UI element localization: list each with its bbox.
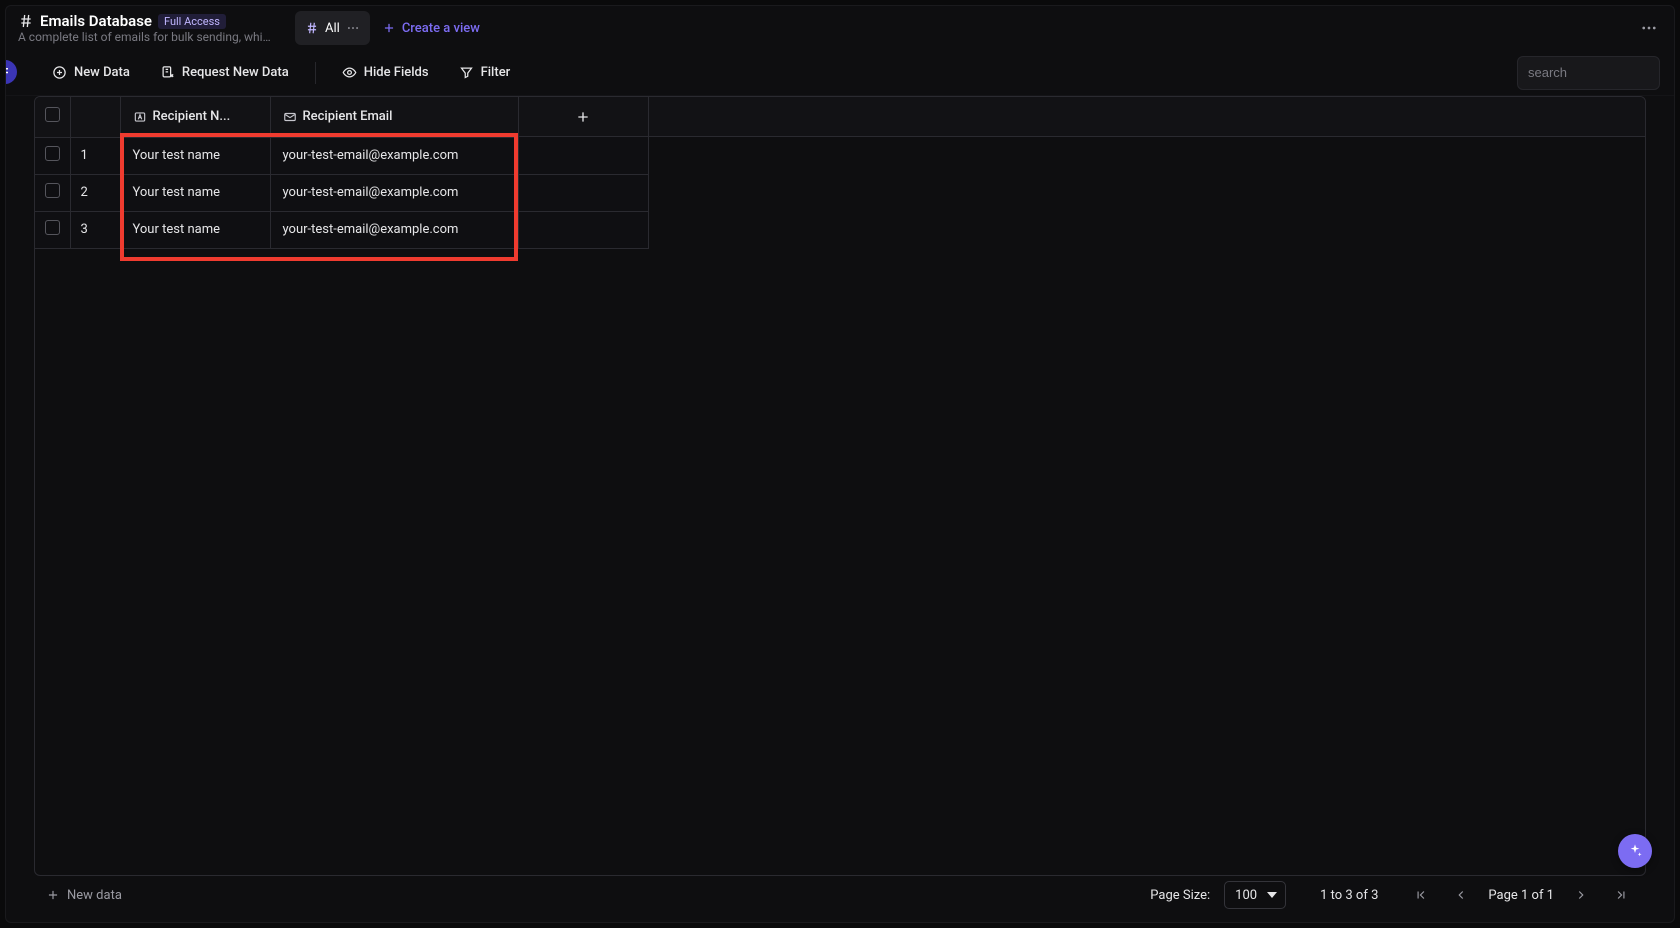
page-size-label: Page Size: xyxy=(1150,888,1210,903)
create-view-button[interactable]: Create a view xyxy=(372,11,490,45)
table-row[interactable]: 1 Your test name your-test-email@example… xyxy=(35,137,649,174)
add-column-button[interactable] xyxy=(519,97,649,137)
filter-icon xyxy=(459,65,474,80)
row-number-header xyxy=(70,97,120,137)
select-all-checkbox[interactable] xyxy=(45,107,60,122)
request-new-data-button[interactable]: Request New Data xyxy=(152,60,297,85)
app-shell: Emails Database Full Access A complete l… xyxy=(5,5,1675,923)
table-header-row: Recipient N... Recipient Email xyxy=(35,97,649,137)
pager-first-button[interactable] xyxy=(1408,882,1434,908)
topbar-more-button[interactable] xyxy=(1634,13,1664,43)
plus-icon xyxy=(575,109,591,125)
sparkle-icon xyxy=(1627,843,1643,859)
search-input[interactable] xyxy=(1517,56,1660,90)
pager-prev-button[interactable] xyxy=(1448,882,1474,908)
page-subtitle: A complete list of emails for bulk sendi… xyxy=(18,30,275,44)
column-header-name-label: Recipient N... xyxy=(153,109,231,124)
hash-icon xyxy=(18,13,34,29)
page-title: Emails Database xyxy=(40,12,152,30)
toolbar: New Data Request New Data Hide Fields Fi… xyxy=(6,50,1674,96)
page-range: 1 to 3 of 3 xyxy=(1320,888,1378,903)
filter-button[interactable]: Filter xyxy=(451,60,519,85)
row-number: 3 xyxy=(70,211,120,248)
row-number: 1 xyxy=(70,137,120,174)
data-region: Recipient N... Recipient Email xyxy=(34,96,1646,876)
plus-icon xyxy=(46,888,60,902)
cell-empty xyxy=(518,174,649,211)
eye-icon xyxy=(342,65,357,80)
assistant-fab[interactable] xyxy=(1618,834,1652,868)
cell-email[interactable]: your-test-email@example.com xyxy=(270,137,518,174)
page-size-value: 100 xyxy=(1235,888,1257,903)
plus-icon xyxy=(382,21,396,35)
more-icon xyxy=(1640,19,1658,37)
cell-email[interactable]: your-test-email@example.com xyxy=(270,211,518,248)
request-new-data-label: Request New Data xyxy=(182,65,289,80)
view-tab-label: All xyxy=(325,21,340,36)
hide-fields-label: Hide Fields xyxy=(364,65,429,80)
new-data-button[interactable]: New Data xyxy=(44,60,138,85)
row-checkbox[interactable] xyxy=(45,220,60,235)
column-header-name[interactable]: Recipient N... xyxy=(120,97,270,137)
select-all-header xyxy=(35,97,70,137)
toolbar-separator xyxy=(315,62,316,84)
footer: New data Page Size: 100 1 to 3 of 3 Page… xyxy=(34,876,1646,914)
access-badge: Full Access xyxy=(158,14,226,29)
chevron-first-icon xyxy=(1414,888,1428,902)
cell-empty xyxy=(518,211,649,248)
hash-icon xyxy=(305,21,319,35)
cell-empty xyxy=(518,137,649,174)
pager-next-button[interactable] xyxy=(1568,882,1594,908)
view-tab-all[interactable]: All xyxy=(295,11,370,45)
sidebar-icon xyxy=(5,65,13,80)
title-block: Emails Database Full Access A complete l… xyxy=(18,12,283,44)
column-header-email-label: Recipient Email xyxy=(303,109,393,124)
cell-email[interactable]: your-test-email@example.com xyxy=(270,174,518,211)
row-checkbox[interactable] xyxy=(45,146,60,161)
hide-fields-button[interactable]: Hide Fields xyxy=(334,60,437,85)
cell-name[interactable]: Your test name xyxy=(120,137,270,174)
footer-new-data-button[interactable]: New data xyxy=(46,888,122,903)
row-number: 2 xyxy=(70,174,120,211)
pager-last-button[interactable] xyxy=(1608,882,1634,908)
column-header-email[interactable]: Recipient Email xyxy=(270,97,518,137)
text-field-icon xyxy=(133,110,147,124)
page-size-select[interactable]: 100 xyxy=(1224,881,1286,909)
plus-circle-icon xyxy=(52,65,67,80)
views-tabs: All Create a view xyxy=(295,11,490,45)
create-view-label: Create a view xyxy=(402,21,480,36)
form-icon xyxy=(160,65,175,80)
more-icon[interactable] xyxy=(346,21,360,35)
topbar: Emails Database Full Access A complete l… xyxy=(6,6,1674,50)
cell-name[interactable]: Your test name xyxy=(120,211,270,248)
cell-name[interactable]: Your test name xyxy=(120,174,270,211)
chevron-right-icon xyxy=(1574,888,1588,902)
filter-label: Filter xyxy=(481,65,511,80)
footer-new-data-label: New data xyxy=(67,888,122,903)
row-checkbox[interactable] xyxy=(45,183,60,198)
table-row[interactable]: 3 Your test name your-test-email@example… xyxy=(35,211,649,248)
table-row[interactable]: 2 Your test name your-test-email@example… xyxy=(35,174,649,211)
grid-filler xyxy=(649,97,1645,137)
page-indicator: Page 1 of 1 xyxy=(1488,888,1554,903)
chevron-down-icon xyxy=(1267,890,1277,900)
data-table: Recipient N... Recipient Email xyxy=(35,97,649,249)
new-data-label: New Data xyxy=(74,65,130,80)
chevron-last-icon xyxy=(1614,888,1628,902)
email-field-icon xyxy=(283,110,297,124)
chevron-left-icon xyxy=(1454,888,1468,902)
